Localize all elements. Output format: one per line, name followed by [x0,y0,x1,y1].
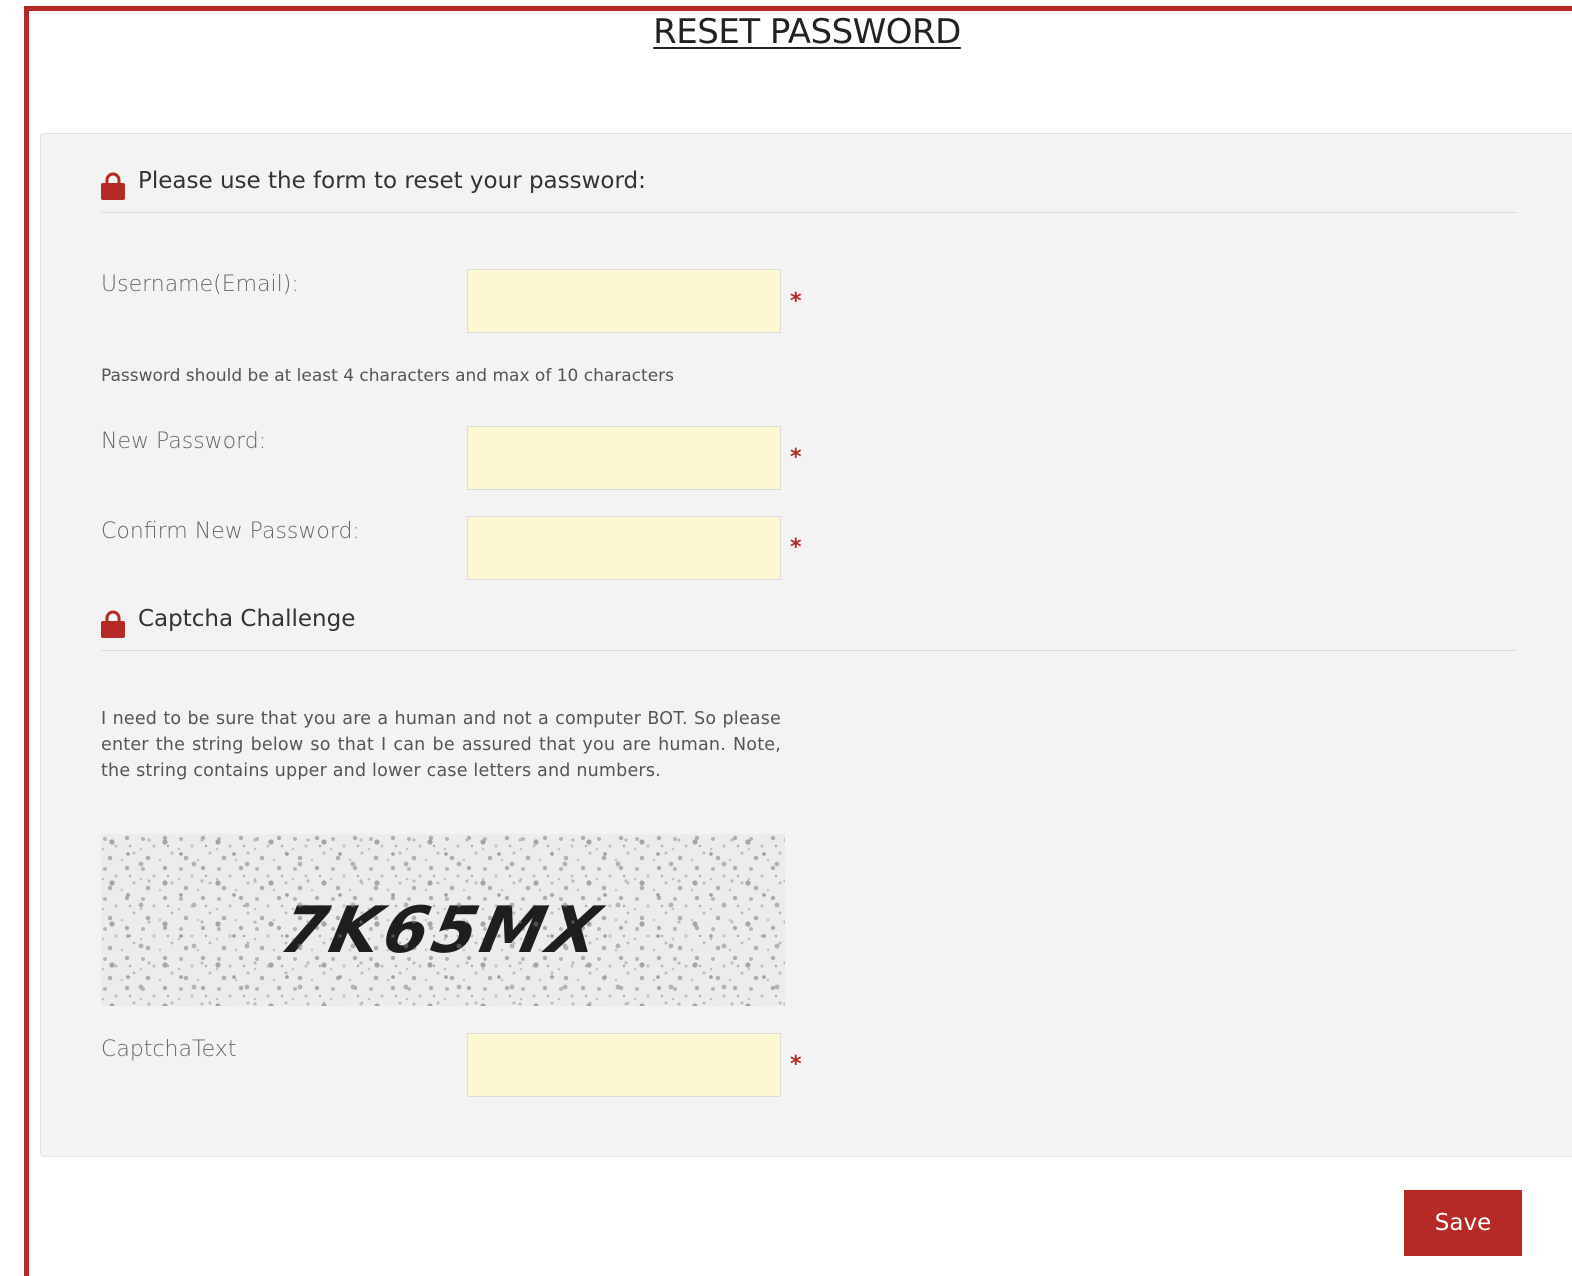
confirm-password-required-mark: * [790,535,802,560]
form-section-title: Please use the form to reset your passwo… [138,168,646,194]
captcha-section-title: Captcha Challenge [138,606,356,632]
password-hint: Password should be at least 4 characters… [101,366,675,386]
save-button[interactable]: Save [1404,1190,1522,1256]
username-input[interactable] [467,269,781,333]
new-password-required-mark: * [790,445,802,470]
reset-form-panel: Please use the form to reset your passwo… [40,133,1572,1157]
captcha-text-label: CaptchaText [101,1037,237,1062]
lock-icon [101,610,125,638]
captcha-text-input[interactable] [467,1033,781,1097]
confirm-password-input[interactable] [467,516,781,580]
captcha-image: 7K65MX [101,834,785,1006]
captcha-section-header: Captcha Challenge [101,602,1517,651]
new-password-input[interactable] [467,426,781,490]
captcha-description: I need to be sure that you are a human a… [101,709,781,781]
username-required-mark: * [790,289,802,314]
confirm-password-label: Confirm New Password: [101,519,360,544]
lock-icon [101,172,125,200]
form-section-header: Please use the form to reset your passwo… [101,164,1517,213]
new-password-label: New Password: [101,429,267,454]
captcha-noise: 7K65MX [101,834,785,1006]
page-title: RESET PASSWORD [653,12,961,52]
captcha-required-mark: * [790,1052,802,1077]
username-label: Username(Email): [101,272,299,297]
